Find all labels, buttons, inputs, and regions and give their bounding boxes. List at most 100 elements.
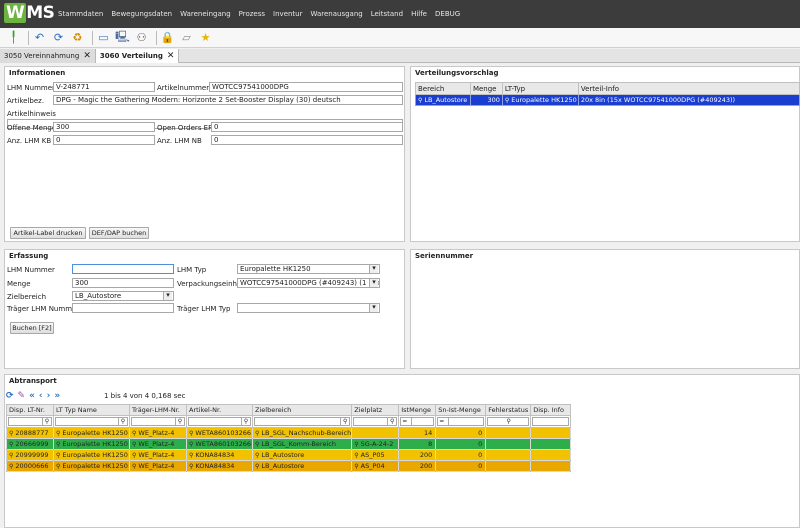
menu-leitstand[interactable]: Leitstand bbox=[371, 10, 403, 18]
bereich-cell: ⚲ LB_Autostore bbox=[415, 94, 471, 106]
zielbereich-select[interactable]: LB_Autostore bbox=[72, 291, 174, 301]
table-row[interactable]: ⚲ 20888777 ⚲ Europalette HK1250 ⚲ WE_Platz-… bbox=[6, 427, 572, 439]
refresh-icon[interactable]: ⟳ bbox=[51, 30, 66, 45]
filter-input[interactable]: ⚲ bbox=[353, 417, 398, 426]
col-fehlerstatus[interactable]: Fehlerstatus bbox=[485, 404, 532, 416]
filter-input[interactable]: ⚲ bbox=[487, 417, 530, 426]
traeger-lhm-nummer-input[interactable] bbox=[72, 303, 174, 313]
col-lt-typ[interactable]: LT-Typ bbox=[501, 82, 579, 95]
lhm-nummer-field[interactable]: V-248771 bbox=[53, 82, 155, 92]
menu-debug[interactable]: DEBUG bbox=[435, 10, 460, 18]
col-disp-info[interactable]: Disp. Info bbox=[530, 404, 572, 416]
search-icon[interactable]: ⚲ bbox=[241, 418, 250, 425]
filter-input[interactable]: ⚲ bbox=[254, 417, 351, 426]
anz-lhm-kb-field[interactable]: 0 bbox=[53, 135, 155, 145]
filter-input[interactable]: ⚲ bbox=[8, 417, 52, 426]
def-dap-buchen-button[interactable]: DEF/DAP buchen bbox=[89, 227, 149, 239]
artikelnummer-field[interactable]: WOTCC97541000DPG bbox=[209, 82, 403, 92]
computer-icon[interactable]: 🖳 bbox=[115, 30, 130, 45]
toolbar-separator bbox=[28, 30, 29, 45]
search-icon[interactable]: ⚲ bbox=[42, 418, 51, 425]
filter-input[interactable]: = bbox=[437, 417, 485, 426]
sync-icon[interactable]: ♻ bbox=[70, 30, 85, 45]
menu-prozess[interactable]: Prozess bbox=[239, 10, 265, 18]
search-icon[interactable]: ⚲ bbox=[489, 418, 528, 425]
col-menge[interactable]: Menge bbox=[469, 82, 503, 95]
menu-bewegungsdaten[interactable]: Bewegungsdaten bbox=[111, 10, 172, 18]
menu-wareneingang[interactable]: Wareneingang bbox=[180, 10, 231, 18]
menge-input[interactable]: 300 bbox=[72, 278, 174, 288]
row-icon: ⚲ bbox=[255, 463, 260, 470]
eraser-icon[interactable]: ▱ bbox=[179, 30, 194, 45]
main-menu: Stammdaten Bewegungsdaten Wareneingang P… bbox=[58, 0, 468, 28]
tab-vereinnahmung[interactable]: 3050 Vereinnahmung ✕ bbox=[0, 49, 96, 63]
filter-input[interactable] bbox=[532, 417, 570, 426]
row-icon: ⚲ bbox=[9, 430, 14, 437]
col-traeger-lhm-nr[interactable]: Träger-LHM-Nr. bbox=[129, 404, 187, 416]
filter-input[interactable]: ⚲ bbox=[188, 417, 251, 426]
row-icon: ⚲ bbox=[132, 463, 137, 470]
anz-lhm-nb-field[interactable]: 0 bbox=[211, 135, 403, 145]
binoculars-icon[interactable]: ⚇ bbox=[134, 30, 149, 45]
table-row[interactable]: ⚲ 20000666 ⚲ Europalette HK1250 ⚲ WE_Platz-… bbox=[6, 460, 572, 472]
artikelbez-field[interactable]: DPG - Magic the Gathering Modern: Horizo… bbox=[53, 95, 403, 105]
lhm-nummer-input[interactable] bbox=[72, 264, 174, 274]
next-page-icon[interactable]: › bbox=[47, 391, 51, 401]
filter-input[interactable]: ⚲ bbox=[55, 417, 128, 426]
window-icon[interactable]: ▭ bbox=[96, 30, 111, 45]
table-row[interactable]: ⚲ LB_Autostore 300 ⚲ Europalette HK1250 20… bbox=[415, 94, 800, 106]
col-lt-typ-name[interactable]: LT Typ Name bbox=[53, 404, 130, 416]
close-icon[interactable]: ✕ bbox=[83, 51, 91, 61]
pin-icon[interactable]: ╿ bbox=[6, 30, 21, 45]
col-sn-ist-menge[interactable]: Sn-Ist-Menge bbox=[435, 404, 487, 416]
disp-lt-nr-cell: ⚲ 20000666 bbox=[6, 460, 54, 472]
lt-typ-name-cell: ⚲ Europalette HK1250 bbox=[53, 438, 130, 450]
search-icon[interactable]: ⚲ bbox=[340, 418, 349, 425]
search-icon[interactable]: ⚲ bbox=[175, 418, 184, 425]
table-row[interactable]: ⚲ 20999999 ⚲ Europalette HK1250 ⚲ WE_Platz-… bbox=[6, 449, 572, 461]
col-disp-lt-nr[interactable]: Disp. LT-Nr. bbox=[6, 404, 54, 416]
row-icon: ⚲ bbox=[255, 441, 260, 448]
first-page-icon[interactable]: « bbox=[29, 391, 35, 401]
menu-hilfe[interactable]: Hilfe bbox=[411, 10, 427, 18]
menge-cell: 300 bbox=[469, 94, 503, 106]
lhm-typ-select[interactable]: Europalette HK1250 bbox=[237, 264, 380, 274]
prev-page-icon[interactable]: ‹ bbox=[39, 391, 43, 401]
undo-icon[interactable]: ↶ bbox=[32, 30, 47, 45]
table-row[interactable]: ⚲ 20666999 ⚲ Europalette HK1250 ⚲ WE_Platz-… bbox=[6, 438, 572, 450]
last-page-icon[interactable]: » bbox=[54, 391, 60, 401]
abtransport-table: Disp. LT-Nr. LT Typ Name Träger-LHM-Nr. … bbox=[6, 404, 572, 472]
col-verteil-info[interactable]: Verteil-Info bbox=[577, 82, 800, 95]
filter-input[interactable]: = bbox=[400, 417, 435, 426]
open-orders-erp-field[interactable]: 0 bbox=[211, 122, 403, 132]
verpackungseinheit-select[interactable]: WOTCC97541000DPG (#409243) (1 Stk) bbox=[237, 278, 380, 288]
toolbar: ╿ ↶ ⟳ ♻ ▭ 🖳 ⚇ 🔒 ▱ ★ bbox=[0, 28, 800, 48]
artikelbez-label: Artikelbez. bbox=[7, 97, 45, 105]
search-icon[interactable]: ⚲ bbox=[387, 418, 396, 425]
search-icon[interactable]: ⚲ bbox=[118, 418, 127, 425]
col-artikel-nr[interactable]: Artikel-Nr. bbox=[186, 404, 253, 416]
row-icon: ⚲ bbox=[354, 441, 359, 448]
menu-inventur[interactable]: Inventur bbox=[273, 10, 302, 18]
fehlerstatus-cell bbox=[485, 449, 532, 461]
tab-verteilung[interactable]: 3060 Verteilung ✕ bbox=[95, 49, 180, 63]
buchen-button[interactable]: Buchen [F2] bbox=[10, 322, 54, 334]
col-bereich[interactable]: Bereich bbox=[415, 82, 471, 95]
star-icon[interactable]: ★ bbox=[198, 30, 213, 45]
refresh-icon[interactable]: ⟳ bbox=[6, 391, 14, 401]
artikel-label-drucken-button[interactable]: Artikel-Label drucken bbox=[10, 227, 86, 239]
anz-lhm-kb-label: Anz. LHM KB bbox=[7, 137, 52, 145]
traeger-lhm-typ-select[interactable] bbox=[237, 303, 380, 313]
seriennummer-panel: Seriennummer bbox=[410, 249, 800, 369]
menu-warenausgang[interactable]: Warenausgang bbox=[311, 10, 363, 18]
filter-input[interactable]: ⚲ bbox=[131, 417, 185, 426]
lock-icon[interactable]: 🔒 bbox=[160, 30, 175, 45]
menu-stammdaten[interactable]: Stammdaten bbox=[58, 10, 103, 18]
close-icon[interactable]: ✕ bbox=[167, 51, 175, 61]
edit-icon[interactable]: ✎ bbox=[18, 391, 26, 401]
row-icon: ⚲ bbox=[189, 452, 194, 459]
offene-menge-field[interactable]: 300 bbox=[53, 122, 155, 132]
col-istmenge[interactable]: IstMenge bbox=[398, 404, 437, 416]
col-zielplatz[interactable]: Zielplatz bbox=[351, 404, 400, 416]
col-zielbereich[interactable]: Zielbereich bbox=[251, 404, 353, 416]
